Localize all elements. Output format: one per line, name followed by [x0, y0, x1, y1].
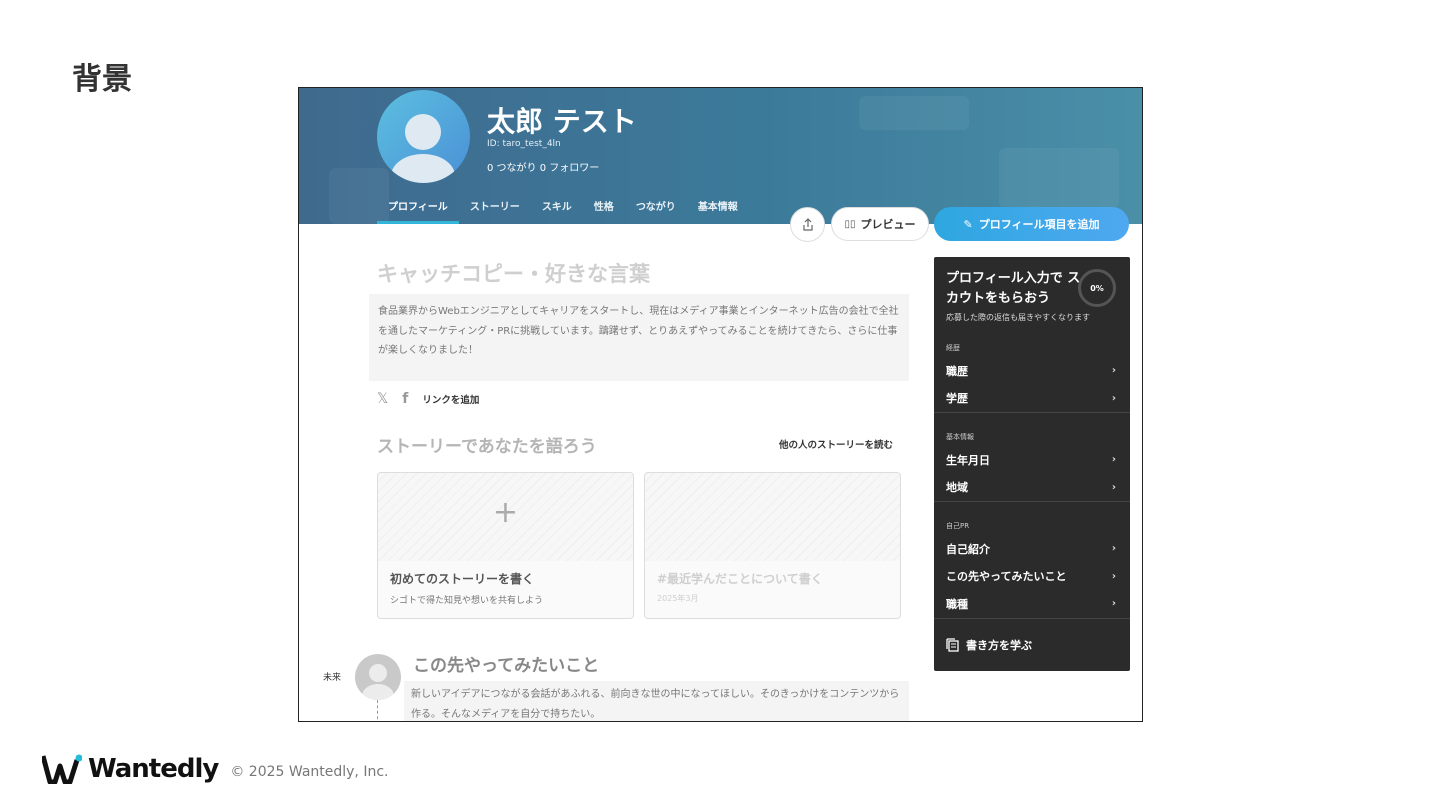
future-text[interactable]: 新しいアイデアにつながる会話があふれる、前向きな世の中になってほしい。そのきっか… [404, 681, 909, 721]
add-link-button[interactable]: リンクを追加 [422, 392, 479, 406]
new-story-card[interactable]: + 初めてのストーリーを書く シゴトで得た知見や想いを共有しよう [377, 472, 634, 619]
item-label: 職種 [946, 597, 968, 611]
completion-progress: 0% [1078, 269, 1116, 307]
book-icon: ▯▯ [844, 218, 856, 230]
profile-screenshot: 太郎 テスト ID: taro_test_4ln 0 つながり 0 フォロワー … [298, 87, 1143, 722]
tab-personality[interactable]: 性格 [583, 201, 625, 224]
panel-subtitle: 応募した際の返信も届きやすくなります [946, 313, 1090, 322]
wantedly-mark-icon [42, 754, 82, 784]
card-date: 2025年3月 [657, 594, 699, 603]
add-profile-item-label: プロフィール項目を追加 [978, 218, 1100, 231]
catchcopy-text[interactable]: 食品業界からWebエンジニアとしてキャリアをスタートし、現在はメディア事業とイン… [369, 294, 909, 381]
chevron-right-icon: › [1111, 365, 1116, 377]
tab-story[interactable]: ストーリー [459, 201, 531, 224]
learn-how-to-write-link[interactable]: 書き方を学ぶ [946, 637, 1032, 653]
slide-title: 背景 [72, 62, 132, 97]
footer: Wantedly © 2025 Wantedly, Inc. [42, 754, 389, 784]
social-links: 𝕏 f リンクを追加 [377, 391, 479, 407]
add-profile-item-button[interactable]: ✎ プロフィール項目を追加 [934, 207, 1129, 241]
preview-button[interactable]: ▯▯ プレビュー [831, 207, 929, 241]
chevron-right-icon: › [1111, 598, 1116, 610]
pencil-icon: ✎ [963, 217, 973, 231]
profile-completion-panel: プロフィール入力で スカウトをもらおう 0% 応募した際の返信も届きやすくなりま… [934, 257, 1130, 671]
chevron-right-icon: › [1111, 570, 1116, 582]
profile-header: 太郎 テスト ID: taro_test_4ln 0 つながり 0 フォロワー … [299, 88, 1142, 224]
story-heading: ストーリーであなたを語ろう [377, 437, 597, 457]
chevron-right-icon: › [1111, 481, 1116, 493]
chevron-right-icon: › [1111, 543, 1116, 555]
section-label: 経歴 [946, 344, 960, 352]
panel-item-self-intro[interactable]: 自己紹介 › [934, 535, 1130, 563]
item-label: 地域 [946, 481, 968, 495]
panel-item-job-type[interactable]: 職種 › [934, 590, 1130, 618]
tab-basic-info[interactable]: 基本情報 [687, 201, 749, 224]
plus-icon: + [492, 495, 519, 530]
learn-label: 書き方を学ぶ [966, 639, 1032, 652]
panel-item-region[interactable]: 地域 › [934, 474, 1130, 502]
panel-item-education[interactable]: 学歴 › [934, 385, 1130, 413]
share-button[interactable] [790, 207, 825, 242]
suggested-story-card[interactable]: #最近学んだことについて書く 2025年3月 [644, 472, 901, 619]
panel-item-future[interactable]: この先やってみたいこと › [934, 563, 1130, 591]
document-icon [946, 638, 959, 652]
section-self-pr: 自己PR 自己紹介 › この先やってみたいこと › 職種 › [934, 521, 1130, 619]
wantedly-logo: Wantedly [42, 754, 219, 784]
share-icon [802, 217, 813, 231]
card-subtitle: シゴトで得た知見や想いを共有しよう [390, 596, 544, 606]
panel-item-work-history[interactable]: 職歴 › [934, 357, 1130, 385]
tab-connections[interactable]: つながり [625, 201, 687, 224]
timeline-label: 未来 [323, 673, 342, 683]
profile-tabs: プロフィール ストーリー スキル 性格 つながり 基本情報 [377, 201, 749, 224]
facebook-icon[interactable]: f [402, 391, 408, 407]
chevron-right-icon: › [1111, 454, 1116, 466]
timeline-avatar [355, 654, 401, 700]
future-title[interactable]: この先やってみたいこと [413, 651, 599, 676]
preview-label: プレビュー [860, 218, 916, 231]
section-basic-info: 基本情報 生年月日 › 地域 › [934, 432, 1130, 502]
catchcopy-title[interactable]: キャッチコピー・好きな言葉 [377, 258, 650, 288]
avatar[interactable] [377, 90, 470, 183]
item-label: この先やってみたいこと [946, 570, 1067, 584]
x-icon[interactable]: 𝕏 [377, 391, 388, 407]
user-id: ID: taro_test_4ln [487, 139, 561, 149]
connection-counts[interactable]: 0 つながり 0 フォロワー [487, 159, 599, 174]
chevron-right-icon: › [1111, 392, 1116, 404]
copyright: © 2025 Wantedly, Inc. [230, 764, 389, 780]
timeline-line [377, 700, 378, 721]
item-label: 職歴 [946, 364, 968, 378]
read-others-stories-link[interactable]: 他の人のストーリーを読む [779, 437, 893, 451]
card-title: #最近学んだことについて書く [657, 572, 823, 586]
logo-text: Wantedly [88, 754, 219, 784]
panel-item-birthday[interactable]: 生年月日 › [934, 446, 1130, 474]
section-label: 基本情報 [946, 433, 974, 441]
section-label: 自己PR [946, 522, 970, 530]
profile-name: 太郎 テスト [487, 105, 637, 138]
panel-title: プロフィール入力で スカウトをもらおう [946, 271, 1081, 306]
item-label: 学歴 [946, 392, 968, 406]
section-career: 経歴 職歴 › 学歴 › [934, 343, 1130, 413]
card-title: 初めてのストーリーを書く [390, 572, 535, 586]
item-label: 自己紹介 [946, 542, 990, 556]
tab-profile[interactable]: プロフィール [377, 201, 459, 224]
tab-skill[interactable]: スキル [531, 201, 583, 224]
item-label: 生年月日 [946, 453, 990, 467]
